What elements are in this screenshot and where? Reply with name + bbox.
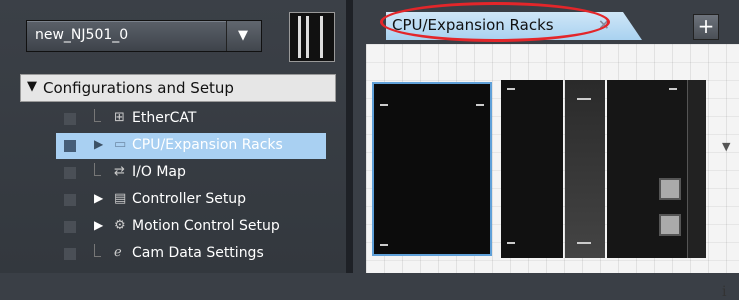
tree-item-label: Cam Data Settings — [132, 245, 264, 261]
gear-icon: ⚙ — [114, 218, 126, 233]
cpu-unit[interactable] — [607, 80, 687, 258]
ethernet-port-icon — [659, 214, 681, 236]
cpu-unit-cover[interactable] — [565, 80, 605, 258]
status-marker — [64, 248, 76, 260]
scroll-down-icon[interactable]: ▼ — [722, 140, 730, 153]
tree-connector — [94, 109, 101, 122]
info-icon[interactable]: i — [722, 284, 726, 300]
tree-item-label: EtherCAT — [132, 110, 197, 126]
expand-icon[interactable]: ▶ — [94, 191, 103, 205]
rack-slot-selected[interactable] — [372, 82, 492, 256]
add-tab-button[interactable]: + — [693, 14, 719, 40]
status-marker — [64, 194, 76, 206]
ethercat-icon: ⊞ — [114, 110, 125, 125]
controller-setup-icon: ▤ — [114, 191, 127, 206]
tree-item-io-map[interactable]: ⇄ I/O Map — [56, 160, 336, 186]
status-marker — [64, 221, 76, 233]
tree-connector — [94, 244, 101, 257]
device-selector-value: new_NJ501_0 — [35, 27, 129, 43]
configurations-setup-label: Configurations and Setup — [43, 79, 234, 97]
device-selector-dropdown-button[interactable]: ▼ — [226, 21, 261, 51]
tree-connector — [94, 163, 101, 176]
project-panel: new_NJ501_0 ▼ ▼ Configurations and Setup… — [0, 0, 346, 273]
expand-icon[interactable]: ▶ — [94, 218, 103, 232]
tree-item-label: I/O Map — [132, 164, 186, 180]
status-marker — [64, 140, 76, 152]
device-selector[interactable]: new_NJ501_0 ▼ — [26, 20, 262, 52]
tree-item-cam-data-settings[interactable]: ℯ Cam Data Settings — [56, 241, 336, 267]
status-marker — [64, 167, 76, 179]
status-marker — [64, 113, 76, 125]
tree-item-label: Controller Setup — [132, 191, 247, 207]
power-supply-unit[interactable] — [501, 80, 563, 258]
tree-item-label: Motion Control Setup — [132, 218, 280, 234]
tree-item-ethercat[interactable]: ⊞ EtherCAT — [56, 106, 336, 132]
annotation-highlight-ellipse — [380, 2, 610, 42]
cam-icon: ℯ — [114, 245, 122, 260]
collapse-icon[interactable]: ▼ — [27, 79, 37, 94]
tree-item-cpu-expansion-racks[interactable]: ▶ ▭ CPU/Expansion Racks — [56, 133, 326, 159]
tree-item-motion-control-setup[interactable]: ▶ ⚙ Motion Control Setup — [56, 214, 336, 240]
rack-icon: ▭ — [114, 137, 127, 152]
device-thumbnail-icon — [289, 12, 335, 62]
tree-item-label: CPU/Expansion Racks — [132, 137, 283, 153]
chevron-down-icon: ▼ — [238, 28, 248, 43]
rack-canvas[interactable]: ▼ i — [366, 44, 739, 300]
editor-panel: CPU/Expansion Racks × + ▼ i — [353, 0, 739, 300]
io-map-icon: ⇄ — [114, 164, 125, 179]
end-cover[interactable] — [687, 80, 706, 258]
panel-splitter[interactable] — [346, 0, 353, 273]
expand-icon[interactable]: ▶ — [94, 137, 103, 151]
ethernet-port-icon — [659, 178, 681, 200]
configurations-setup-header[interactable]: ▼ Configurations and Setup — [20, 74, 336, 102]
tree-item-controller-setup[interactable]: ▶ ▤ Controller Setup — [56, 187, 336, 213]
